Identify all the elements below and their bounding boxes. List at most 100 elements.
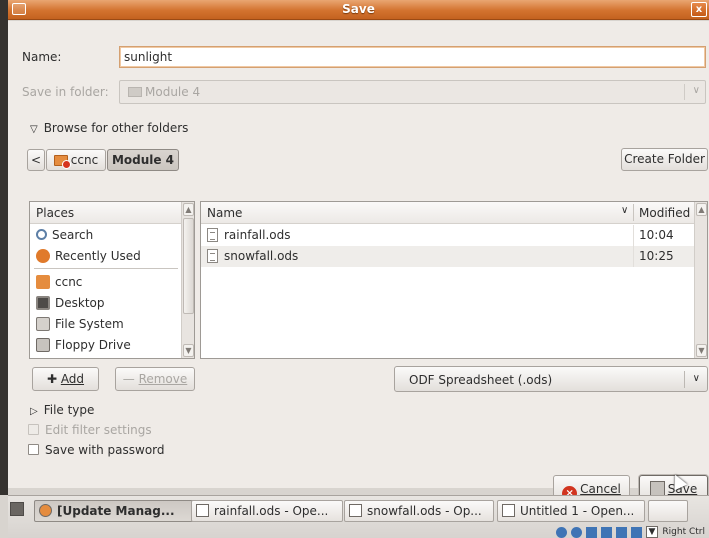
chevron-down-icon: ∨ [692,373,700,384]
cell-separator [633,225,634,246]
floppy-icon [36,337,50,352]
drive-icon [36,316,50,331]
home-folder-icon [36,274,50,289]
scroll-up-icon[interactable]: ▲ [183,203,194,216]
task-untitled[interactable]: Untitled 1 - Open... [497,500,645,522]
places-panel: Places Search Recently Used ccnc Desktop… [29,201,195,359]
file-modified: 10:04 [639,228,674,242]
chevron-down-icon: ∨ [692,85,700,96]
title-bar[interactable]: Save x [8,0,709,20]
spreadsheet-app-icon [196,504,209,517]
name-input[interactable]: sunlight [119,46,706,68]
spreadsheet-file-icon [207,249,218,263]
task-rainfall[interactable]: rainfall.ods - Ope... [191,500,343,522]
window-left-edge [0,0,8,495]
display-icon[interactable] [615,526,627,538]
browse-expander[interactable]: ▽ Browse for other folders [30,121,188,135]
file-filter-combo[interactable]: ODF Spreadsheet (.ods) ∨ [394,366,708,392]
task-label: rainfall.ods - Ope... [214,504,329,518]
desktop-icon [36,295,50,310]
places-item-desktop[interactable]: Desktop [30,292,182,313]
back-button[interactable]: < [27,149,45,171]
taskbar: [Update Manag... rainfall.ods - Ope... s… [8,495,709,538]
remove-label: Remove [138,372,188,386]
close-button[interactable]: x [691,2,707,17]
update-manager-icon [39,504,52,517]
network-icon[interactable] [555,526,567,538]
folder-icon [128,87,142,97]
combo-separator [684,371,685,388]
task-label: Untitled 1 - Open... [520,504,635,518]
save-in-folder-combo[interactable]: Module 4 ∨ [119,80,706,104]
expander-down-icon: ▽ [30,124,38,135]
places-header[interactable]: Places [30,202,182,224]
places-item-file-system[interactable]: File System [30,313,182,334]
task-update-manager[interactable]: [Update Manag... [34,500,214,522]
save-with-password-checkbox[interactable]: Save with password [28,443,165,457]
spreadsheet-file-icon [207,228,218,242]
save-dialog: Name: sunlight Save in folder: Module 4 … [8,21,709,503]
places-item-search[interactable]: Search [30,224,182,245]
file-type-label: File type [43,403,95,417]
cell-separator [633,246,634,267]
cancel-label: Cancel [580,482,621,496]
file-row[interactable]: rainfall.ods 10:04 [201,225,695,246]
scroll-up-icon[interactable]: ▲ [696,203,707,216]
save-icon [649,481,665,496]
places-item-label: Recently Used [55,248,141,263]
places-item-label: Desktop [55,295,105,310]
column-name-header[interactable]: Name [207,206,242,220]
scroll-thumb[interactable] [183,218,194,314]
search-icon [36,229,47,240]
spreadsheet-app-icon [349,504,362,517]
places-divider [34,268,178,269]
scroll-down-icon[interactable]: ▼ [183,344,194,357]
places-item-recently-used[interactable]: Recently Used [30,245,182,266]
window-icon[interactable] [630,526,642,538]
breadcrumb-module-4[interactable]: Module 4 [107,149,179,171]
save-in-folder-label: Save in folder: [22,85,109,99]
places-item-floppy-drive[interactable]: Floppy Drive [30,334,182,355]
file-name-text: snowfall.ods [224,249,299,263]
file-name: rainfall.ods [207,228,291,242]
column-modified-header[interactable]: Modified [639,206,690,220]
places-scrollbar[interactable]: ▲ ▼ [181,202,194,358]
create-folder-button[interactable]: Create Folder [621,148,708,171]
files-panel: Name ∨ Modified rainfall.ods 10:04 snowf… [200,201,708,359]
plus-icon: ✚ [46,372,61,386]
breadcrumb-ccnc-label: ccnc [70,153,99,167]
folder-combo-text: Module 4 [145,85,201,99]
checkbox-box[interactable] [28,444,39,455]
file-row[interactable]: snowfall.ods 10:25 [201,246,695,267]
checkbox-box [28,424,39,435]
folder-combo-value: Module 4 [128,85,200,99]
task-snowfall[interactable]: snowfall.ods - Op... [344,500,494,522]
edit-filter-label: Edit filter settings [45,423,152,437]
globe-icon[interactable] [570,526,582,538]
usb-icon[interactable] [585,526,597,538]
places-item-label: Floppy Drive [55,337,131,352]
task-label: snowfall.ods - Op... [367,504,482,518]
recent-icon [36,248,50,263]
show-desktop-icon[interactable] [10,502,24,516]
places-item-label: Search [52,227,94,242]
pencil-icon[interactable] [600,526,612,538]
name-label-text: Name: [22,50,62,64]
add-bookmark-button[interactable]: ✚ Add [32,367,99,391]
workspace-switcher[interactable] [648,500,688,522]
file-type-expander[interactable]: ▷ File type [30,403,94,417]
files-scrollbar[interactable]: ▲ ▼ [694,202,707,358]
remove-bookmark-button[interactable]: — Remove [115,367,195,391]
places-item-ccnc[interactable]: ccnc [30,271,182,292]
save-with-password-label: Save with password [45,443,165,457]
file-modified: 10:25 [639,249,674,263]
column-separator[interactable] [633,204,634,221]
name-label: Name: [22,50,61,64]
scroll-down-icon[interactable]: ▼ [696,344,707,357]
breadcrumb-ccnc[interactable]: ccnc [46,149,106,171]
host-key-icon: ▼ [645,526,659,538]
minus-icon: — [122,372,139,386]
files-header: Name ∨ Modified [201,202,695,224]
system-tray: ▼ Right Ctrl [555,526,705,538]
host-key-label: Right Ctrl [662,527,705,537]
